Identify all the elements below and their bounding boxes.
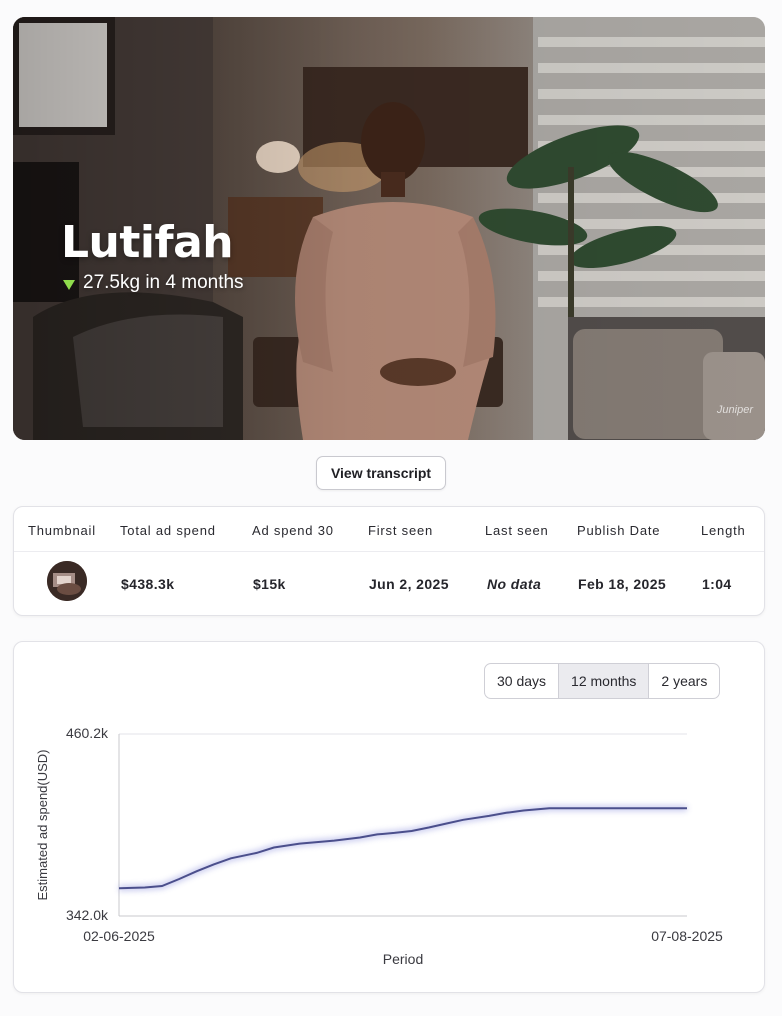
ad-spend-chart-card: 30 days 12 months 2 years 460.2k 342.0k … <box>13 641 765 993</box>
thumbnail-image <box>47 561 87 601</box>
video-thumbnail[interactable] <box>47 561 87 601</box>
x-tick-start: 02-06-2025 <box>83 928 155 944</box>
y-tick-min: 342.0k <box>66 907 109 923</box>
series-line-glow <box>118 805 687 892</box>
hero-subtitle-row: 27.5kg in 4 months <box>63 272 244 294</box>
series-line <box>118 807 687 890</box>
table-header: Thumbnail Total ad spend Ad spend 30 Fir… <box>14 507 764 552</box>
watermark-logo: Juniper <box>716 404 753 416</box>
y-tick-max: 460.2k <box>66 725 109 741</box>
view-transcript-button[interactable]: View transcript <box>316 456 446 490</box>
column-header-thumbnail: Thumbnail <box>28 523 96 538</box>
column-header-length: Length <box>701 523 746 538</box>
hero-title: Lutifah <box>61 217 234 268</box>
column-header-ad-spend-30: Ad spend 30 <box>252 523 334 538</box>
column-header-first-seen: First seen <box>368 523 434 538</box>
hero-subtitle: 27.5kg in 4 months <box>83 272 244 293</box>
ad-spend-30-value: $15k <box>253 576 286 592</box>
column-header-total-ad-spend: Total ad spend <box>120 523 216 538</box>
column-header-publish-date: Publish Date <box>577 523 661 538</box>
ad-stats-table: Thumbnail Total ad spend Ad spend 30 Fir… <box>13 506 765 616</box>
x-axis-label: Period <box>383 951 423 967</box>
x-tick-end: 07-08-2025 <box>651 928 723 944</box>
last-seen-value: No data <box>487 576 542 592</box>
hero-video[interactable]: Lutifah 27.5kg in 4 months Juniper <box>13 17 765 440</box>
publish-date-value: Feb 18, 2025 <box>578 576 667 592</box>
ad-spend-line-chart: 460.2k 342.0k 02-06-2025 07-08-2025 Peri… <box>35 725 723 967</box>
total-ad-spend-value: $438.3k <box>121 576 175 592</box>
first-seen-value: Jun 2, 2025 <box>369 576 449 592</box>
triangle-down-icon <box>63 280 75 290</box>
y-axis-label: Estimated ad spend(USD) <box>35 749 50 900</box>
column-header-last-seen: Last seen <box>485 523 549 538</box>
length-value: 1:04 <box>702 576 732 592</box>
